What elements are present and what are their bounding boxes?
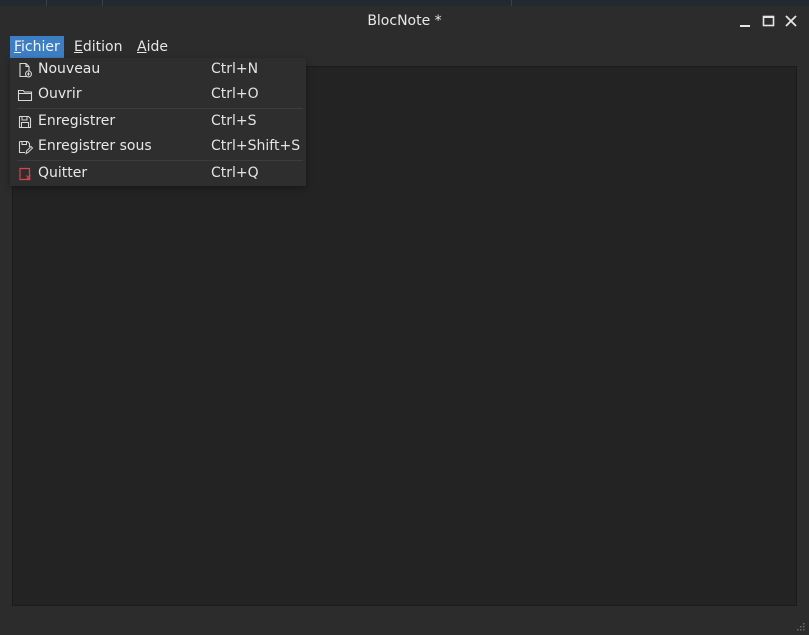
maximize-button[interactable] xyxy=(758,10,780,32)
menu-item-label: Nouveau xyxy=(38,61,101,77)
menu-item-shortcut: Ctrl+Q xyxy=(211,165,259,181)
menu-aide[interactable]: Aide xyxy=(133,36,172,58)
menu-item-shortcut: Ctrl+O xyxy=(211,86,259,102)
menu-item-nouveau[interactable]: Nouveau Ctrl+N xyxy=(10,58,306,82)
desktop-panel-strip xyxy=(0,0,809,6)
menu-item-quitter[interactable]: Quitter Ctrl+Q xyxy=(10,162,306,186)
panel-divider xyxy=(511,0,512,6)
menu-item-label: Quitter xyxy=(38,165,88,181)
file-menu-dropdown: Nouveau Ctrl+N Ouvrir Ctrl+O Enregistrer… xyxy=(10,58,306,186)
minimize-icon xyxy=(740,25,750,27)
menu-item-shortcut: Ctrl+S xyxy=(211,113,257,129)
menu-item-label: Ouvrir xyxy=(38,86,82,102)
maximize-icon xyxy=(762,15,775,27)
menu-item-enregistrer-sous[interactable]: Enregistrer sous Ctrl+Shift+S xyxy=(10,135,306,159)
menu-edition[interactable]: Edition xyxy=(70,36,126,58)
menu-item-shortcut: Ctrl+N xyxy=(211,61,259,77)
menu-item-ouvrir[interactable]: Ouvrir Ctrl+O xyxy=(10,83,306,107)
window-title: BlocNote * xyxy=(367,13,442,29)
minimize-button[interactable] xyxy=(735,10,757,32)
menu-separator xyxy=(17,160,303,161)
panel-divider xyxy=(46,0,47,6)
folder-icon xyxy=(17,87,33,103)
menu-item-label: Enregistrer xyxy=(38,113,116,129)
app-window: BlocNote * Fichier Edition Aide Nouveau … xyxy=(0,0,809,635)
title-bar: BlocNote * xyxy=(0,0,809,36)
panel-divider xyxy=(102,0,103,6)
close-icon xyxy=(785,15,797,27)
close-button[interactable] xyxy=(781,10,803,32)
save-as-icon xyxy=(17,139,34,155)
save-icon xyxy=(17,114,33,130)
resize-grip-icon[interactable] xyxy=(795,623,805,633)
quit-icon xyxy=(17,166,33,182)
menu-separator xyxy=(17,108,303,109)
menu-item-label: Enregistrer sous xyxy=(38,138,152,154)
menu-item-enregistrer[interactable]: Enregistrer Ctrl+S xyxy=(10,110,306,134)
menu-fichier[interactable]: Fichier xyxy=(10,36,64,58)
new-file-icon xyxy=(17,62,33,78)
menu-item-shortcut: Ctrl+Shift+S xyxy=(211,138,301,154)
